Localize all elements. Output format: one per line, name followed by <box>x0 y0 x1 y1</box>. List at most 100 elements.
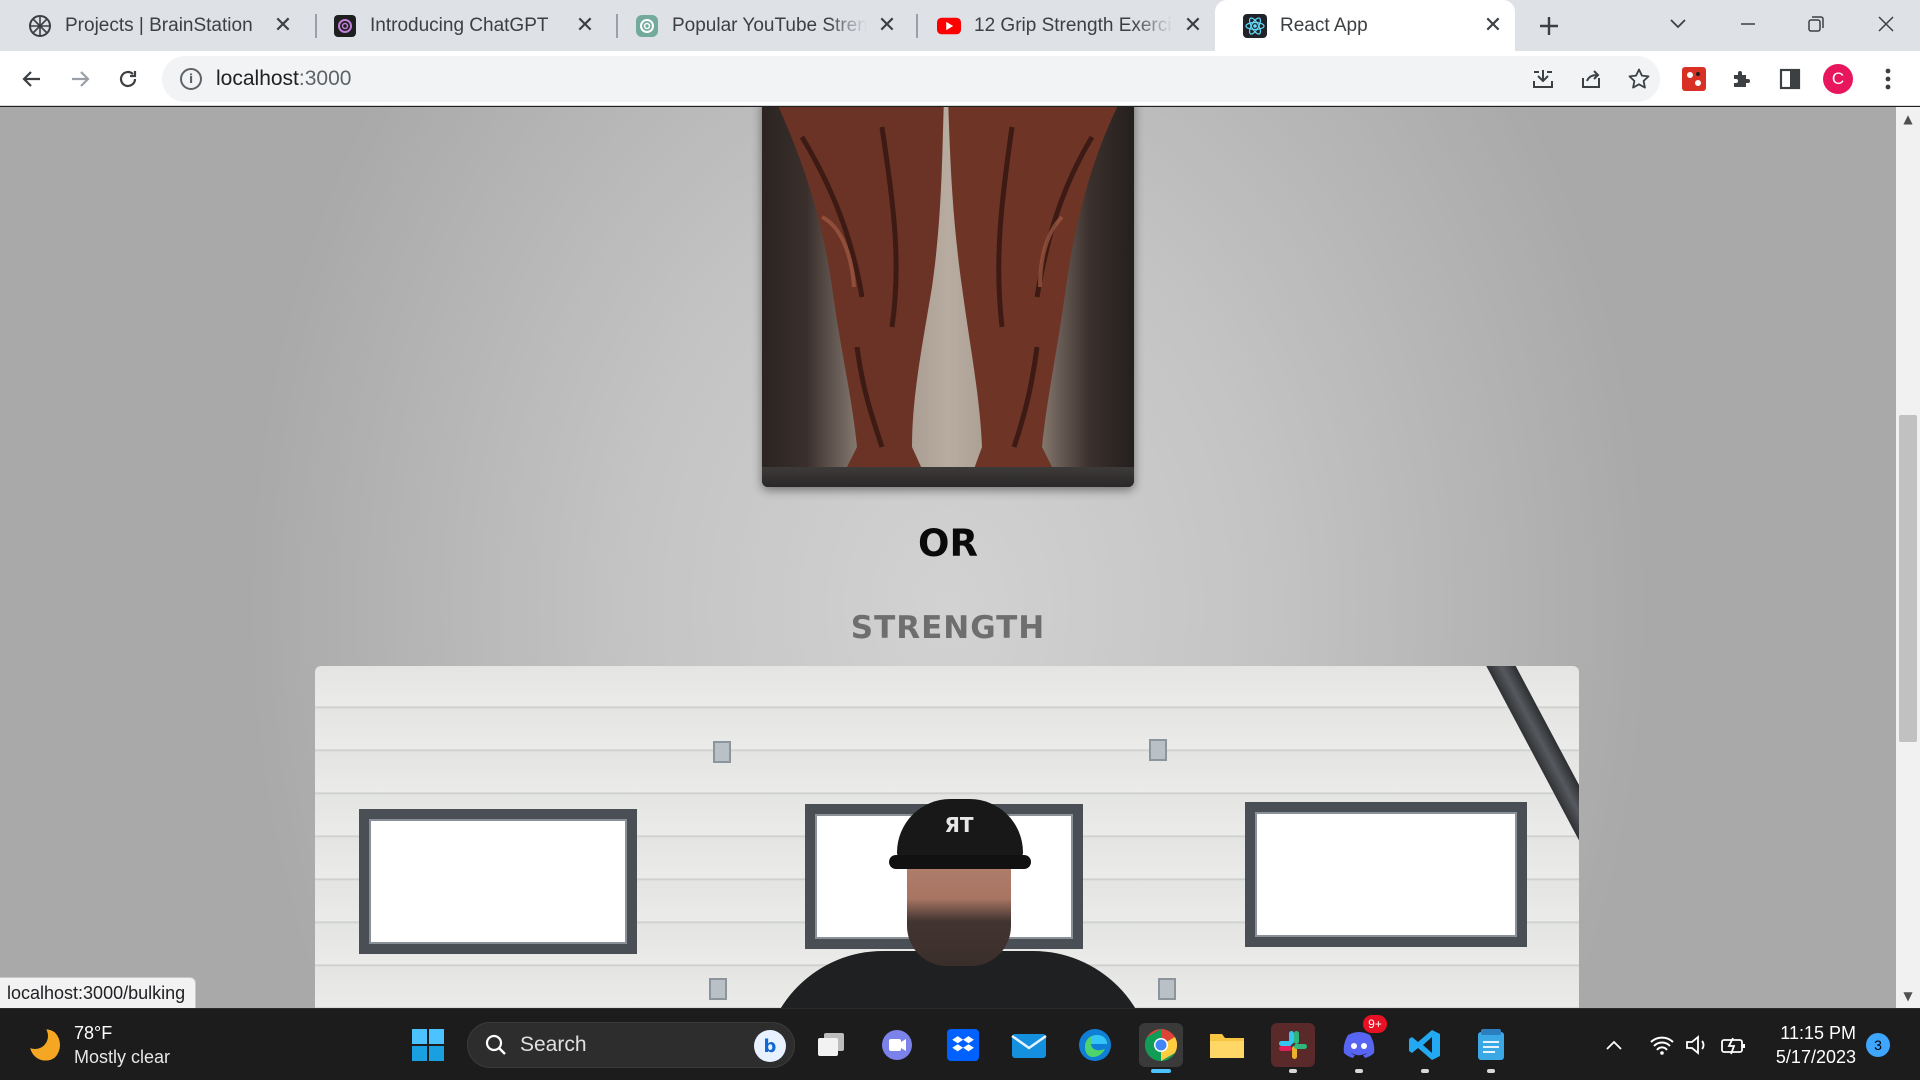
battery-button[interactable] <box>1720 1031 1748 1059</box>
running-indicator <box>1487 1069 1495 1073</box>
arrow-left-icon <box>22 71 40 87</box>
restore-button[interactable] <box>1796 8 1836 40</box>
moon-icon <box>22 1023 60 1063</box>
scrollbar[interactable]: ▲ ▼ <box>1896 107 1920 1008</box>
weather-widget[interactable]: 78°F Mostly clear <box>22 1021 171 1069</box>
volume-button[interactable] <box>1683 1031 1711 1059</box>
tab-youtube-strength[interactable]: Popular YouTube Strength ✕ <box>607 0 909 51</box>
extension-button[interactable] <box>1678 63 1710 95</box>
close-window-button[interactable] <box>1866 8 1906 40</box>
back-button[interactable] <box>14 61 50 97</box>
scroll-down-arrow-icon[interactable]: ▼ <box>1896 986 1920 1006</box>
minimize-button[interactable] <box>1728 8 1768 40</box>
dropbox-icon <box>947 1029 979 1061</box>
edge-icon <box>1079 1029 1111 1061</box>
url-port: :3000 <box>298 67 352 90</box>
tab-title: 12 Grip Strength Exercises <box>974 14 1173 36</box>
close-tab-icon[interactable]: ✕ <box>573 13 597 38</box>
running-indicator <box>1355 1069 1363 1073</box>
bing-icon[interactable]: b <box>754 1030 786 1062</box>
chrome-menu-button[interactable] <box>1872 63 1904 95</box>
notepad-button[interactable] <box>1469 1023 1513 1073</box>
tab-brainstation[interactable]: Projects | BrainStation ✕ <box>0 0 305 51</box>
dropbox-button[interactable] <box>941 1023 985 1067</box>
bodybuilder-legs-photo[interactable] <box>762 107 1134 487</box>
tab-strip: Projects | BrainStation ✕ Introducing Ch… <box>0 0 1920 51</box>
windows-taskbar: 78°F Mostly clear Search b 9+ 11:15 PM 5… <box>0 1008 1920 1080</box>
start-button[interactable] <box>406 1023 450 1067</box>
teams-chat-button[interactable] <box>875 1023 919 1067</box>
react-icon <box>1243 13 1267 38</box>
slack-button[interactable] <box>1271 1023 1315 1073</box>
new-tab-button[interactable] <box>1533 10 1565 42</box>
folder-icon <box>1210 1034 1244 1058</box>
install-app-button[interactable] <box>1528 64 1558 94</box>
edge-button[interactable] <box>1073 1023 1117 1067</box>
tab-grip-strength[interactable]: 12 Grip Strength Exercises ✕ <box>909 0 1215 51</box>
scroll-up-arrow-icon[interactable]: ▲ <box>1896 109 1920 129</box>
share-button[interactable] <box>1576 64 1606 94</box>
close-icon <box>1878 16 1894 32</box>
url-text: localhost:3000 <box>216 67 351 91</box>
tab-chatgpt[interactable]: Introducing ChatGPT ✕ <box>305 0 607 51</box>
tab-title: Popular YouTube Strength <box>672 14 867 36</box>
close-tab-icon[interactable]: ✕ <box>875 13 899 38</box>
url-host: localhost <box>216 67 299 90</box>
garage-window <box>359 809 637 954</box>
mail-icon <box>1011 1034 1047 1058</box>
running-indicator <box>1289 1069 1297 1073</box>
notepad-icon <box>1478 1029 1504 1060</box>
close-tab-icon[interactable]: ✕ <box>1181 13 1205 38</box>
teams-icon <box>882 1030 912 1060</box>
or-heading: OR <box>918 522 978 565</box>
arrow-right-icon <box>72 71 90 87</box>
door-bracket <box>1158 978 1176 1000</box>
address-bar[interactable]: i localhost:3000 <box>162 56 1660 102</box>
running-indicator <box>1421 1069 1429 1073</box>
tab-search-button[interactable] <box>1658 8 1698 40</box>
side-panel-icon <box>1779 68 1801 90</box>
speaker-icon <box>1686 1035 1705 1055</box>
weather-condition: Mostly clear <box>74 1047 171 1067</box>
forward-button[interactable] <box>62 61 98 97</box>
show-hidden-icons-button[interactable] <box>1600 1031 1628 1059</box>
task-view-button[interactable] <box>809 1023 853 1067</box>
discord-button[interactable]: 9+ <box>1337 1015 1387 1073</box>
star-icon <box>1628 68 1650 89</box>
file-explorer-button[interactable] <box>1205 1023 1249 1067</box>
plus-icon <box>1540 17 1558 35</box>
site-info-icon[interactable]: i <box>180 68 202 90</box>
weather-temp: 78°F <box>74 1023 113 1043</box>
browser-toolbar: i localhost:3000 C <box>0 51 1920 106</box>
close-tab-icon[interactable]: ✕ <box>1481 13 1505 38</box>
chevron-up-icon <box>1606 1040 1622 1050</box>
floor <box>762 467 1134 487</box>
side-panel-button[interactable] <box>1774 63 1806 95</box>
garage-window <box>1245 802 1527 947</box>
taskbar-search[interactable]: Search b <box>467 1022 795 1068</box>
wifi-icon <box>1650 1036 1674 1055</box>
search-label: Search <box>520 1033 587 1056</box>
reload-button[interactable] <box>110 61 146 97</box>
cap-visor <box>889 855 1031 869</box>
system-clock[interactable]: 11:15 PM 5/17/2023 <box>1752 1021 1856 1069</box>
vscode-button[interactable] <box>1403 1023 1447 1073</box>
bookmark-button[interactable] <box>1624 64 1654 94</box>
wifi-button[interactable] <box>1648 1031 1676 1059</box>
extension-red-icon <box>1682 67 1706 91</box>
tab-react-app[interactable]: React App ✕ <box>1215 0 1515 51</box>
slack-icon <box>1279 1031 1307 1059</box>
chrome-taskbar-button[interactable] <box>1139 1023 1183 1073</box>
notification-count-badge[interactable]: 3 <box>1866 1033 1890 1057</box>
extensions-menu-button[interactable] <box>1726 63 1758 95</box>
scroll-thumb[interactable] <box>1899 415 1917 742</box>
strength-heading: STRENGTH <box>850 610 1046 646</box>
door-bracket <box>709 978 727 1000</box>
cap-logo: ЯT <box>944 813 974 837</box>
profile-button[interactable]: C <box>1822 63 1854 95</box>
active-indicator <box>1151 1069 1171 1073</box>
page-viewport: OR STRENGTH ЯT <box>0 107 1896 1008</box>
strongman-photo[interactable]: ЯT <box>315 666 1579 1008</box>
close-tab-icon[interactable]: ✕ <box>271 13 295 38</box>
mail-button[interactable] <box>1007 1023 1051 1067</box>
